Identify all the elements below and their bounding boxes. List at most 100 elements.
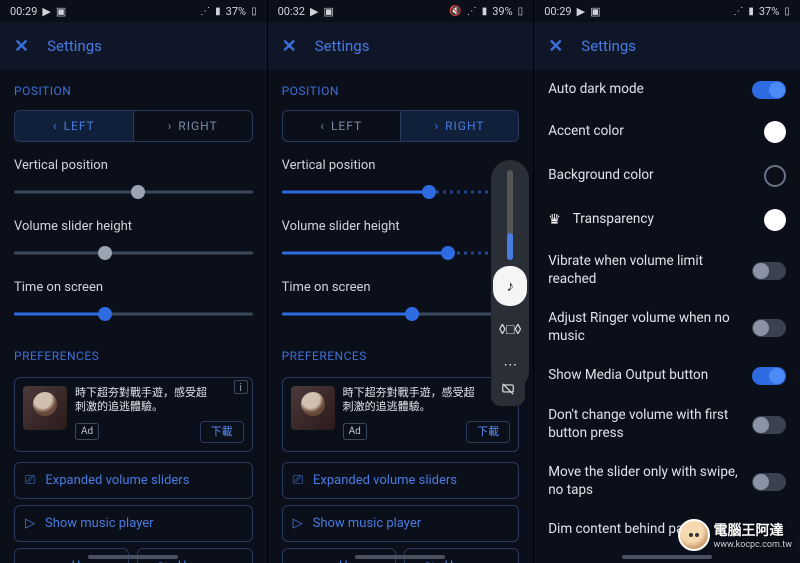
ad-text: 時下超夯對戰手遊，感受超 刺激的追逃體驗。 Ad 下載 <box>343 386 511 443</box>
ad-image <box>23 386 67 430</box>
app-bar: ✕ Settings <box>268 22 534 70</box>
toggle[interactable] <box>752 319 786 337</box>
chevron-right-icon: › <box>168 119 173 133</box>
gesture-bar <box>622 555 712 559</box>
section-position: POSITION <box>268 70 534 106</box>
ad-card[interactable]: 時下超夯對戰手遊，感受超 刺激的追逃體驗。 Ad 下載 <box>282 377 520 452</box>
segment-right[interactable]: › RIGHT <box>133 111 252 141</box>
watermark: 電腦王阿達 www.kocpc.com.tw <box>678 519 792 551</box>
setting-row[interactable]: Accent color <box>534 110 800 154</box>
expanded-sliders-button[interactable]: ⎚ Expanded volume sliders <box>282 462 520 499</box>
music-note-icon[interactable]: ♪ <box>493 266 527 306</box>
setting-row[interactable]: Vibrate when volume limit reached <box>534 242 800 299</box>
wifi-icon: ⋰ <box>200 6 210 17</box>
mute-icon: 🔇 <box>449 6 461 17</box>
screen-3: 00:29 ▶ ▣ ⋰ ▮ 37% ▯ ✕ Settings Auto dark… <box>533 0 800 563</box>
page-title: Settings <box>315 37 370 55</box>
battery-icon: ▯ <box>251 6 257 17</box>
signal-icon: ▮ <box>482 6 488 17</box>
signal-icon: ▮ <box>215 6 221 17</box>
close-icon[interactable]: ✕ <box>14 36 29 57</box>
slider[interactable] <box>282 244 520 262</box>
vibrate-icon[interactable]: ◊□◊ <box>493 312 527 346</box>
show-music-player-button[interactable]: ▷ Show music player <box>14 505 253 542</box>
setting-row[interactable]: Move the slider only with swipe, no taps <box>534 453 800 510</box>
image-icon: ▣ <box>590 5 600 18</box>
battery-icon: ▯ <box>518 6 524 17</box>
sliders-icon: ⎚ <box>25 473 35 488</box>
ad-cta-button[interactable]: 下載 <box>466 421 510 443</box>
row-label: Background color <box>548 167 752 185</box>
close-icon[interactable]: ✕ <box>548 36 563 57</box>
youtube-icon: ▶ <box>42 5 50 18</box>
color-swatch[interactable] <box>764 209 786 231</box>
section-position: POSITION <box>0 70 267 106</box>
slider[interactable] <box>14 305 253 323</box>
status-time: 00:29 <box>544 5 571 18</box>
setting-row[interactable]: Don't change volume with first button pr… <box>534 396 800 453</box>
row-label: Adjust Ringer volume when no music <box>548 310 740 345</box>
show-music-player-button[interactable]: ▷ Show music player <box>282 505 520 542</box>
volume-track[interactable] <box>507 170 513 260</box>
ad-text: 時下超夯對戰手遊，感受超 刺激的追逃體驗。 Ad 下載 <box>75 386 244 443</box>
ad-card[interactable]: i 時下超夯對戰手遊，感受超 刺激的追逃體驗。 Ad 下載 <box>14 377 253 452</box>
wave-icon: ≋ <box>157 559 168 563</box>
wifi-icon: ⋰ <box>733 6 743 17</box>
color-swatch[interactable] <box>764 165 786 187</box>
close-icon[interactable]: ✕ <box>282 36 297 57</box>
status-battery: 39% <box>492 5 512 18</box>
slider-vertical-position: Vertical position <box>0 152 267 213</box>
row-label: Show Media Output button <box>548 367 740 385</box>
setting-row[interactable]: ♛Transparency <box>534 198 800 242</box>
ad-cta-button[interactable]: 下載 <box>200 421 244 443</box>
toggle[interactable] <box>752 416 786 434</box>
status-battery: 37% <box>759 5 779 18</box>
status-time: 00:29 <box>10 5 37 18</box>
position-segment: ‹ LEFT › RIGHT <box>282 110 520 142</box>
ad-close-icon[interactable]: i <box>234 380 248 394</box>
expanded-sliders-button[interactable]: ⎚ Expanded volume sliders <box>14 462 253 499</box>
watermark-avatar <box>678 519 710 551</box>
signal-icon: ▮ <box>748 6 754 17</box>
setting-row[interactable]: Auto dark mode <box>534 70 800 110</box>
row-label: Accent color <box>548 123 752 141</box>
toggle[interactable] <box>752 81 786 99</box>
toggle[interactable] <box>752 473 786 491</box>
wave-icon: ≋ <box>424 559 435 563</box>
image-icon: ▣ <box>323 5 333 18</box>
page-title: Settings <box>581 37 636 55</box>
play-icon: ▷ <box>293 516 303 531</box>
row-label: Auto dark mode <box>548 81 740 99</box>
slider[interactable] <box>14 244 253 262</box>
play-icon: ▷ <box>25 516 35 531</box>
toggle[interactable] <box>752 262 786 280</box>
setting-row[interactable]: Show Media Output button <box>534 356 800 396</box>
toggle[interactable] <box>752 367 786 385</box>
row-label: Move the slider only with swipe, no taps <box>548 464 740 499</box>
gesture-bar <box>355 555 445 559</box>
segment-right[interactable]: › RIGHT <box>400 111 518 141</box>
slider-volume-height: Volume slider height <box>0 213 267 274</box>
slider[interactable] <box>282 305 520 323</box>
slider[interactable] <box>282 183 520 201</box>
section-preferences: PREFERENCES <box>0 335 267 371</box>
chevron-left-icon: ‹ <box>320 119 325 133</box>
status-bar: 00:32 ▶ ▣ 🔇 ⋰ ▮ 39% ▯ <box>268 0 534 22</box>
row-label: Don't change volume with first button pr… <box>548 407 740 442</box>
segment-left[interactable]: ‹ LEFT <box>15 111 133 141</box>
volume-overlay[interactable]: ♪ ◊□◊ ⋯ <box>491 160 529 390</box>
slider[interactable] <box>14 183 253 201</box>
screen-2: 00:32 ▶ ▣ 🔇 ⋰ ▮ 39% ▯ ✕ Settings POSITIO… <box>267 0 534 563</box>
status-battery: 37% <box>226 5 246 18</box>
setting-row[interactable]: Adjust Ringer volume when no music <box>534 299 800 356</box>
ad-badge: Ad <box>343 423 367 440</box>
app-bar: ✕ Settings <box>0 22 267 70</box>
row-label: Transparency <box>573 211 752 229</box>
ad-badge: Ad <box>75 423 99 440</box>
cast-off-icon[interactable] <box>491 372 525 406</box>
image-icon: ▣ <box>56 5 66 18</box>
color-swatch[interactable] <box>764 121 786 143</box>
rect-icon: ▭ <box>317 559 329 563</box>
setting-row[interactable]: Background color <box>534 154 800 198</box>
segment-left[interactable]: ‹ LEFT <box>283 111 400 141</box>
